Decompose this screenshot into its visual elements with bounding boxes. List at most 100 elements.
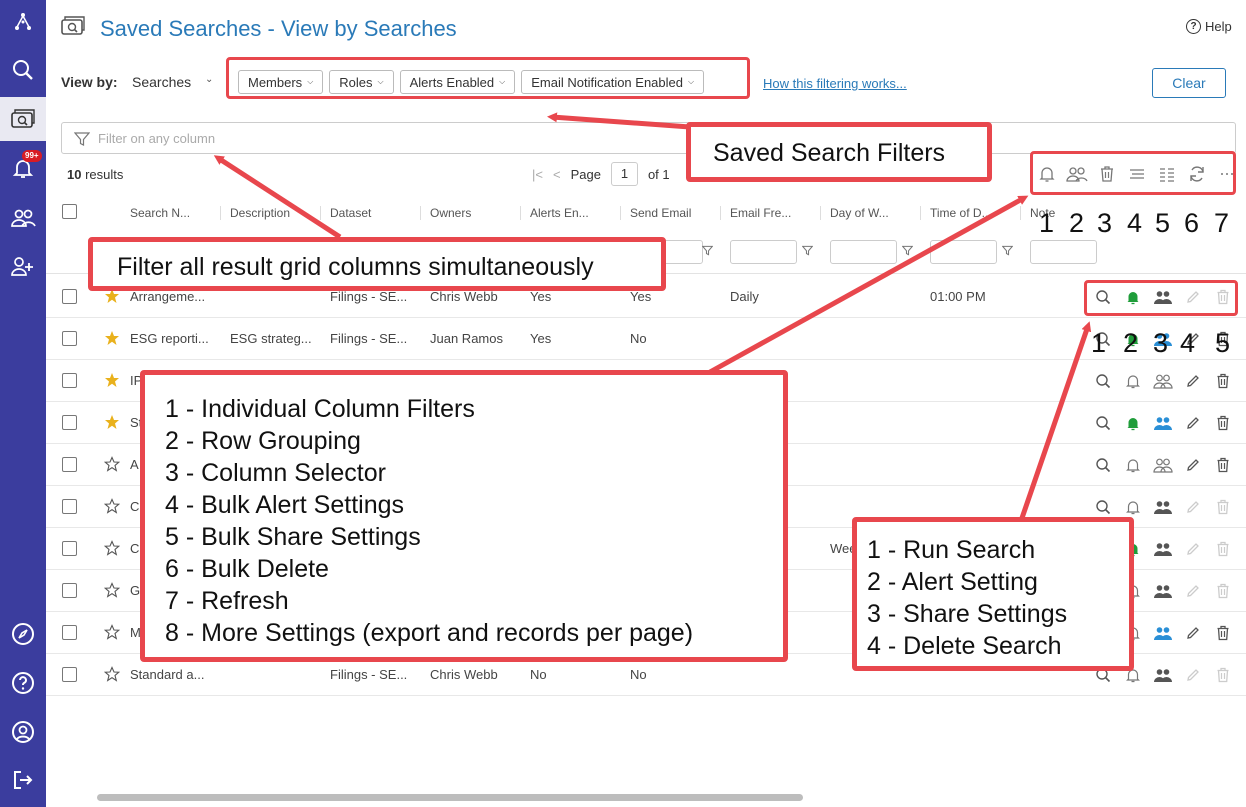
edit-pencil-icon[interactable]	[1182, 539, 1204, 559]
column-filter-input[interactable]	[1030, 240, 1097, 264]
star-outline-icon[interactable]	[103, 540, 121, 559]
funnel-icon[interactable]	[801, 244, 814, 259]
row-actions-legend-callout: 1 - Run Search 2 - Alert Setting 3 - Sha…	[852, 517, 1134, 671]
help-link[interactable]: ? Help	[1186, 19, 1232, 34]
row-checkbox[interactable]	[62, 289, 77, 304]
results-label: results	[85, 167, 124, 182]
share-users-icon[interactable]	[1152, 581, 1174, 601]
search-icon[interactable]	[0, 48, 46, 92]
pager: |< < Page 1 of 1	[532, 162, 670, 186]
column-header[interactable]: Search N...	[130, 206, 190, 220]
star-outline-icon[interactable]	[103, 666, 121, 685]
add-user-icon[interactable]	[0, 244, 46, 288]
column-filter-input[interactable]	[830, 240, 897, 264]
edit-pencil-icon[interactable]	[1182, 665, 1204, 685]
alert-bell-icon[interactable]	[1122, 413, 1144, 433]
filtering-help-link[interactable]: How this filtering works...	[763, 76, 907, 91]
edit-pencil-icon[interactable]	[1182, 581, 1204, 601]
row-checkbox[interactable]	[62, 415, 77, 430]
cell-email: No	[630, 331, 647, 346]
row-checkbox[interactable]	[62, 499, 77, 514]
column-header[interactable]: Day of W...	[830, 206, 889, 220]
first-page-icon[interactable]: |<	[532, 167, 543, 182]
alert-bell-icon[interactable]	[1122, 455, 1144, 475]
row-checkbox[interactable]	[62, 541, 77, 556]
alert-bell-icon[interactable]	[1122, 497, 1144, 517]
edit-pencil-icon[interactable]	[1182, 371, 1204, 391]
alert-bell-icon[interactable]	[1122, 371, 1144, 391]
edit-pencil-icon[interactable]	[1182, 455, 1204, 475]
star-outline-icon[interactable]	[103, 456, 121, 475]
delete-trash-icon[interactable]	[1212, 665, 1234, 685]
grid-filter-box	[61, 122, 1236, 154]
account-icon[interactable]	[0, 710, 46, 754]
share-users-icon[interactable]	[1152, 455, 1174, 475]
page-number-input[interactable]: 1	[610, 162, 638, 186]
delete-trash-icon[interactable]	[1212, 497, 1234, 517]
row-checkbox[interactable]	[62, 625, 77, 640]
share-users-icon[interactable]	[1152, 623, 1174, 643]
compass-icon[interactable]	[0, 612, 46, 656]
column-header[interactable]: Owners	[430, 206, 471, 220]
share-users-icon[interactable]	[1152, 497, 1174, 517]
row-checkbox[interactable]	[62, 457, 77, 472]
funnel-icon[interactable]	[701, 244, 714, 259]
run-search-icon[interactable]	[1092, 371, 1114, 391]
funnel-icon[interactable]	[901, 244, 914, 259]
logout-icon[interactable]	[0, 758, 46, 802]
row-checkbox[interactable]	[62, 583, 77, 598]
star-outline-icon[interactable]	[103, 582, 121, 601]
clear-button[interactable]: Clear	[1152, 68, 1226, 98]
star-filled-icon[interactable]	[104, 414, 120, 433]
bell-icon[interactable]: 99+	[0, 146, 46, 190]
grid-filter-input[interactable]	[98, 128, 698, 148]
star-outline-icon[interactable]	[103, 498, 121, 517]
column-header[interactable]: Alerts En...	[530, 206, 589, 220]
delete-trash-icon[interactable]	[1212, 539, 1234, 559]
help-icon[interactable]	[0, 661, 46, 705]
horizontal-scrollbar[interactable]	[97, 794, 803, 801]
view-by-select[interactable]: Searches	[132, 74, 191, 90]
filter-all-callout: Filter all result grid columns simultane…	[88, 237, 666, 291]
share-users-icon[interactable]	[1152, 539, 1174, 559]
funnel-icon[interactable]	[1001, 244, 1014, 259]
delete-trash-icon[interactable]	[1212, 371, 1234, 391]
row-checkbox[interactable]	[62, 373, 77, 388]
table-row[interactable]: ESG reporti... ESG strateg... Filings - SE…	[46, 318, 1246, 360]
edit-pencil-icon[interactable]	[1182, 623, 1204, 643]
column-header[interactable]: Time of D...	[930, 206, 992, 220]
column-filter-input[interactable]	[930, 240, 997, 264]
callout-text: Filter all result grid columns simultane…	[117, 253, 594, 281]
toolbar-number: 5	[1155, 208, 1171, 238]
run-search-icon[interactable]	[1092, 455, 1114, 475]
star-filled-icon[interactable]	[104, 372, 120, 391]
edit-pencil-icon[interactable]	[1182, 413, 1204, 433]
cell-name: A	[130, 457, 139, 472]
chevron-down-icon[interactable]: ⌄	[205, 74, 213, 85]
column-header[interactable]: Description	[230, 206, 290, 220]
run-search-icon[interactable]	[1092, 413, 1114, 433]
legend-line: 4 - Bulk Alert Settings	[165, 491, 405, 519]
column-filter-input[interactable]	[730, 240, 797, 264]
network-icon[interactable]	[0, 0, 46, 44]
edit-pencil-icon[interactable]	[1182, 497, 1204, 517]
delete-trash-icon[interactable]	[1212, 623, 1234, 643]
legend-line: 6 - Bulk Delete	[165, 555, 329, 583]
delete-trash-icon[interactable]	[1212, 581, 1234, 601]
column-header[interactable]: Send Email	[630, 206, 691, 220]
previous-page-icon[interactable]: <	[553, 167, 561, 182]
row-checkbox[interactable]	[62, 667, 77, 682]
row-checkbox[interactable]	[62, 331, 77, 346]
share-users-icon[interactable]	[1152, 413, 1174, 433]
users-icon[interactable]	[0, 196, 46, 240]
share-users-icon[interactable]	[1152, 371, 1174, 391]
delete-trash-icon[interactable]	[1212, 413, 1234, 433]
share-users-icon[interactable]	[1152, 665, 1174, 685]
delete-trash-icon[interactable]	[1212, 455, 1234, 475]
star-outline-icon[interactable]	[103, 624, 121, 643]
run-search-icon[interactable]	[1092, 497, 1114, 517]
column-header[interactable]: Email Fre...	[730, 206, 791, 220]
star-filled-icon[interactable]	[104, 330, 120, 349]
column-header[interactable]: Dataset	[330, 206, 371, 220]
saved-searches-icon[interactable]	[0, 97, 46, 141]
